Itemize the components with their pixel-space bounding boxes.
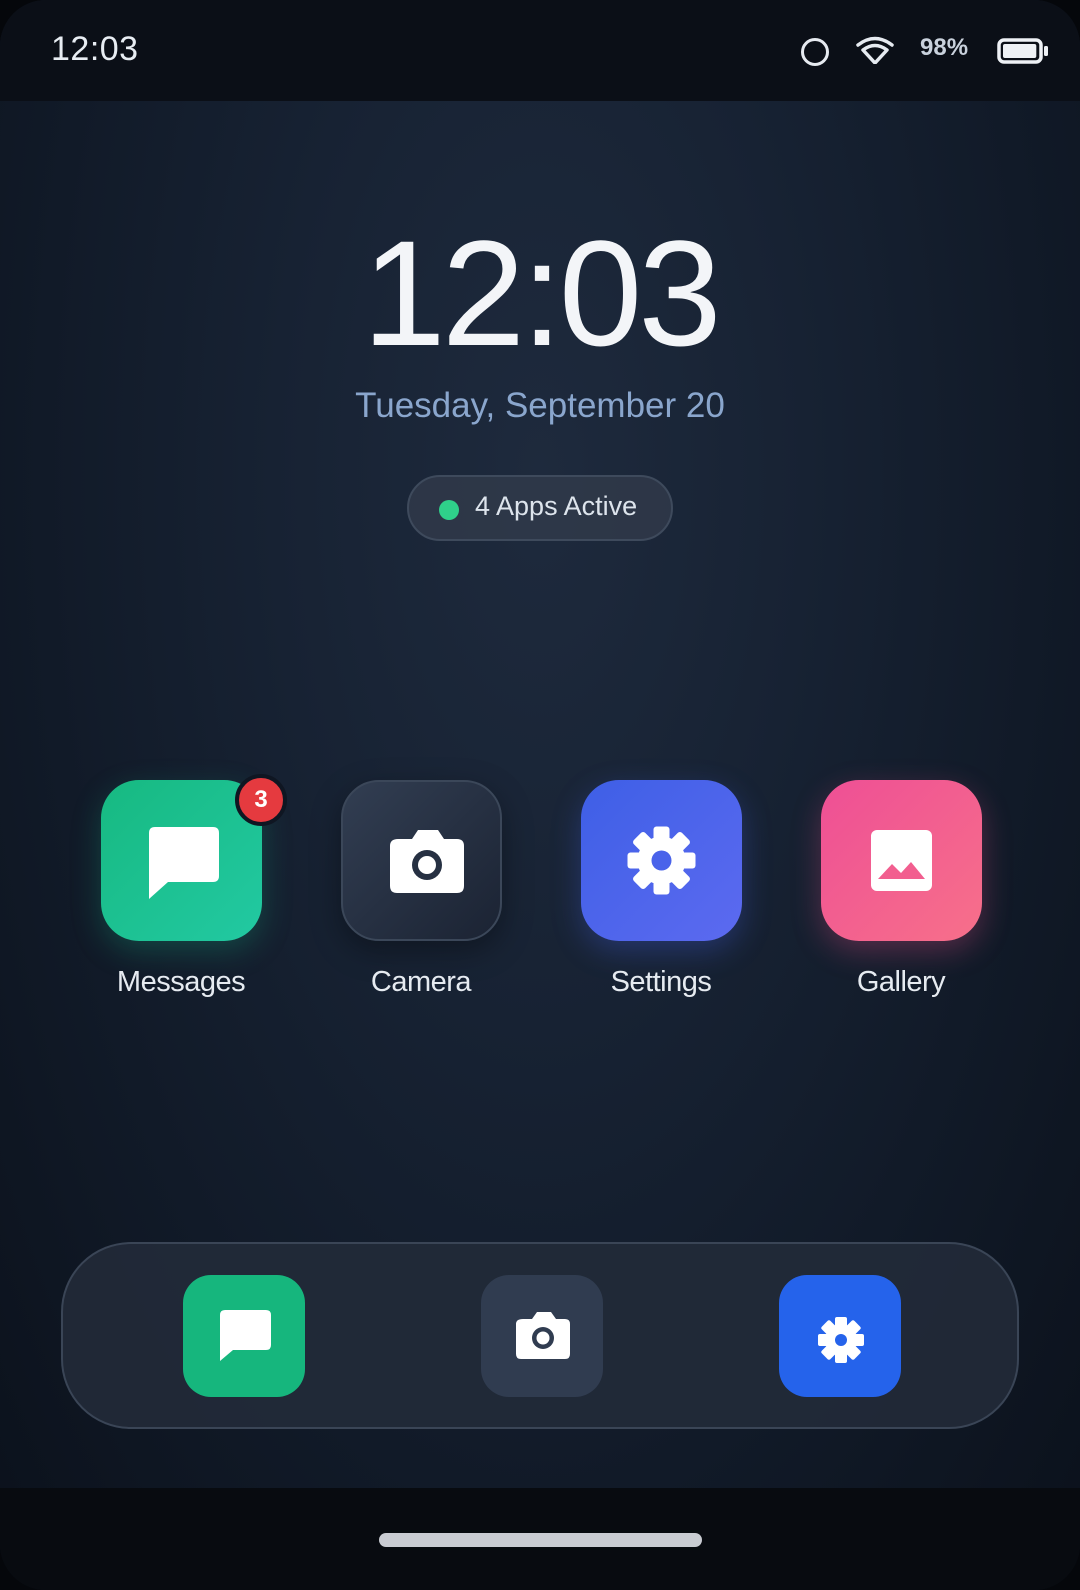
active-apps-pill[interactable]: 4 Apps Active — [407, 475, 673, 541]
app-label-camera: Camera — [370, 966, 472, 998]
wifi-icon — [856, 36, 894, 64]
message-bubble-icon — [220, 1310, 271, 1361]
lock-clock: 12:03 — [362, 209, 721, 377]
dock — [61, 1242, 1019, 1429]
gear-icon — [818, 1317, 864, 1363]
dock-messages[interactable] — [183, 1275, 305, 1397]
phone-screen: 12:03 98% 12:03 Tuesday, September 20 4 … — [0, 0, 1080, 1590]
active-apps-text: 4 Apps Active — [475, 491, 638, 521]
settings-tile[interactable] — [581, 780, 742, 941]
dock-settings[interactable] — [779, 1275, 901, 1397]
app-gallery[interactable]: Gallery — [781, 780, 1021, 1010]
status-bar: 12:03 98% — [0, 0, 1080, 101]
navigation-bar — [0, 1488, 1080, 1590]
ring-icon — [801, 38, 829, 66]
battery-icon — [997, 38, 1048, 64]
app-label-gallery: Gallery — [856, 966, 946, 998]
dock-camera[interactable] — [481, 1275, 603, 1397]
status-dot-icon — [439, 500, 459, 520]
gallery-tile[interactable] — [821, 780, 982, 941]
app-label-messages: Messages — [116, 966, 246, 998]
notification-badge: 3 — [235, 774, 287, 826]
home-indicator[interactable] — [379, 1533, 702, 1547]
camera-icon — [516, 1312, 570, 1359]
app-camera[interactable]: Camera — [301, 780, 541, 1010]
status-time: 12:03 — [51, 30, 139, 68]
app-messages[interactable]: 3 Messages — [61, 774, 301, 1010]
lock-date: Tuesday, September 20 — [355, 386, 725, 425]
battery-percent: 98% — [920, 34, 969, 61]
image-icon — [871, 830, 932, 891]
app-label-settings: Settings — [610, 966, 712, 998]
app-settings[interactable]: Settings — [541, 780, 781, 1010]
camera-tile[interactable] — [341, 780, 502, 941]
camera-icon — [390, 830, 464, 893]
gear-icon — [627, 826, 696, 895]
